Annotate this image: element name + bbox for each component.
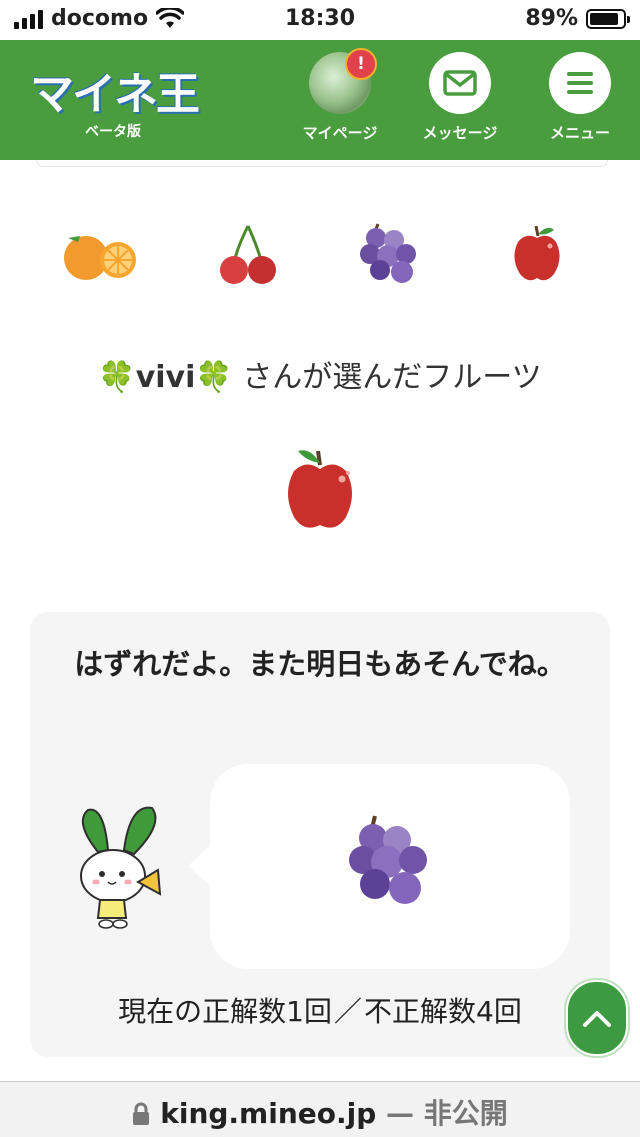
speech-bubble	[188, 764, 570, 969]
incorrect-count: 不正解数4回	[364, 995, 522, 1028]
status-bar: docomo 18:30 89%	[0, 0, 640, 40]
correct-count: 現在の正解数1回	[118, 995, 332, 1028]
answer-grape-icon	[349, 815, 427, 904]
orange-icon[interactable]	[56, 220, 146, 290]
battery-percent: 89%	[525, 6, 578, 31]
menu-button[interactable]: メニュー	[530, 52, 630, 143]
result-panel: はずれだよ。また明日もあそんでね。 現在の正解数1回／不正解数4回	[30, 612, 610, 1057]
score-separator: ／	[333, 995, 362, 1028]
mypage-button[interactable]: ! マイページ	[290, 48, 390, 143]
url-domain: king.mineo.jp	[160, 1097, 377, 1130]
cherry-icon[interactable]	[206, 220, 296, 290]
alert-badge: !	[345, 48, 377, 80]
message-label: メッセージ	[422, 124, 498, 142]
menu-label: メニュー	[549, 124, 610, 142]
mypage-label: マイページ	[302, 124, 378, 142]
clover-icon: 🍀	[98, 360, 136, 395]
rabbit-mascot-icon	[80, 806, 162, 929]
logo-text: マイネ王	[30, 69, 200, 120]
browser-url-bar[interactable]: king.mineo.jp — 非公開	[0, 1081, 640, 1137]
battery-group: 89%	[525, 6, 630, 31]
hamburger-icon	[567, 72, 593, 94]
selected-apple-icon	[288, 450, 352, 528]
fruit-options	[0, 220, 640, 290]
apple-icon[interactable]	[496, 220, 586, 290]
envelope-icon	[443, 70, 477, 96]
user-name[interactable]: vivi	[136, 360, 196, 395]
url-suffix: — 非公開	[376, 1097, 508, 1130]
score-text: 現在の正解数1回／不正解数4回	[30, 990, 610, 1030]
battery-icon	[586, 8, 630, 29]
result-message: はずれだよ。また明日もあそんでね。	[74, 647, 566, 681]
site-logo[interactable]: マイネ王 ベータ版	[30, 58, 205, 140]
chevron-up-icon	[583, 1011, 611, 1027]
scroll-to-top-button[interactable]	[566, 980, 628, 1056]
clover-icon: 🍀	[195, 360, 233, 395]
app-header: マイネ王 ベータ版 ! マイページ メッセージ メニュー	[0, 40, 640, 160]
logo-beta-label: ベータ版	[85, 124, 141, 140]
choice-suffix: さんが選んだフルーツ	[232, 360, 542, 395]
message-button[interactable]: メッセージ	[410, 52, 510, 143]
grape-icon[interactable]	[346, 220, 436, 290]
choice-title: 🍀vivi🍀 さんが選んだフルーツ	[0, 352, 640, 396]
avatar: !	[309, 48, 377, 114]
card-edge	[36, 160, 608, 167]
url-text: king.mineo.jp — 非公開	[0, 1092, 640, 1132]
lock-icon	[133, 1102, 150, 1125]
